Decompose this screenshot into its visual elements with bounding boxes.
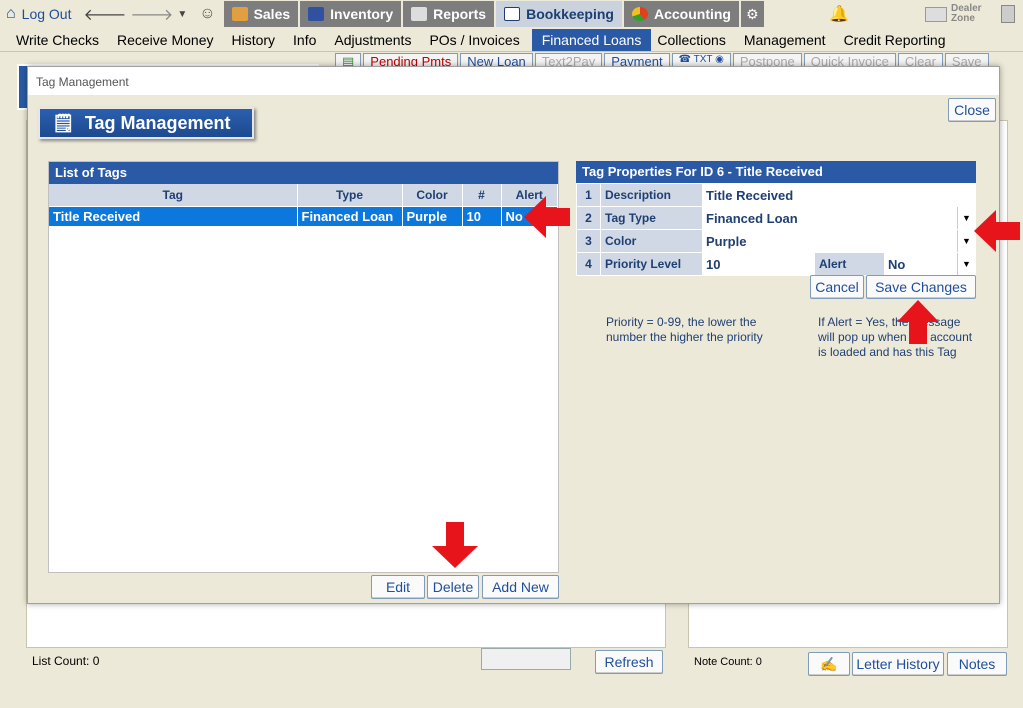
- refresh-button[interactable]: Refresh: [595, 650, 663, 674]
- tag-notes-icon: 🗒: [52, 112, 75, 133]
- cell-tag: Title Received: [49, 206, 298, 226]
- tag-type-label: Tag Type: [600, 206, 703, 230]
- red-arrow-left-icon: [524, 196, 570, 238]
- tag-properties-panel: Tag Properties For ID 6 - Title Received…: [576, 161, 976, 276]
- menu-pos-invoices[interactable]: POs / Invoices: [423, 29, 531, 51]
- prop-row-priority: 4 Priority Level 10 Alert No ▼: [576, 252, 976, 276]
- home-icon: ⌂: [6, 5, 16, 22]
- description-input[interactable]: Title Received: [702, 183, 976, 207]
- letter-history-button[interactable]: Letter History: [852, 652, 944, 676]
- report-icon: [411, 7, 428, 21]
- tab-bookkeeping[interactable]: Bookkeeping: [496, 1, 622, 27]
- sub-menu-bar: Write Checks Receive Money History Info …: [0, 28, 1023, 52]
- cell-number: 10: [462, 206, 502, 226]
- menu-management[interactable]: Management: [738, 29, 838, 51]
- priority-level-label: Priority Level: [600, 252, 703, 276]
- alert-select[interactable]: No ▼: [884, 252, 976, 276]
- prop-row-description: 1 Description Title Received: [576, 183, 976, 207]
- row-number: 2: [576, 206, 601, 230]
- back-arrow-icon[interactable]: 🡐: [84, 4, 127, 25]
- cancel-button[interactable]: Cancel: [810, 275, 864, 299]
- chevron-down-icon[interactable]: ▼: [177, 9, 187, 20]
- menu-history[interactable]: History: [225, 29, 287, 51]
- edit-button[interactable]: Edit: [371, 575, 425, 599]
- dialog-header: 🗒 Tag Management: [38, 107, 254, 139]
- close-button[interactable]: Close: [948, 98, 996, 122]
- topbar-right-tools: 🔔 Dealer Zone: [829, 0, 1023, 28]
- signature-button[interactable]: ✍: [808, 652, 850, 676]
- priority-help-text: Priority = 0-99, the lower the number th…: [606, 315, 763, 344]
- menu-financed-loans[interactable]: Financed Loans: [531, 28, 652, 51]
- tags-table-header: Tag Type Color # Alert: [49, 184, 558, 207]
- menu-adjustments[interactable]: Adjustments: [328, 29, 423, 51]
- row-number: 1: [576, 183, 601, 207]
- dialog-title-bar: Tag Management: [28, 67, 999, 95]
- menu-credit-reporting[interactable]: Credit Reporting: [838, 29, 958, 51]
- tags-list-title: List of Tags: [49, 162, 558, 184]
- priority-level-input[interactable]: 10: [702, 252, 815, 276]
- tab-inventory[interactable]: Inventory: [300, 1, 402, 27]
- column-number[interactable]: #: [462, 184, 502, 207]
- notes-button[interactable]: Notes: [947, 652, 1007, 676]
- tags-list-panel: List of Tags Tag Type Color # Alert Titl…: [48, 161, 559, 573]
- color-label: Color: [600, 229, 703, 253]
- tag-type-select[interactable]: Financed Loan ▼: [702, 206, 976, 230]
- menu-write-checks[interactable]: Write Checks: [10, 29, 111, 51]
- dealer-zone-link[interactable]: Dealer Zone: [925, 4, 985, 24]
- menu-collections[interactable]: Collections: [651, 29, 737, 51]
- red-arrow-left-icon: [974, 210, 1020, 252]
- column-color[interactable]: Color: [402, 184, 463, 207]
- menu-receive-money[interactable]: Receive Money: [111, 29, 226, 51]
- alert-label: Alert: [814, 252, 885, 276]
- column-tag[interactable]: Tag: [49, 184, 298, 207]
- car-icon: [308, 7, 325, 21]
- tab-accounting[interactable]: Accounting: [623, 1, 739, 27]
- chevron-down-icon[interactable]: ▼: [957, 207, 975, 229]
- prop-row-color: 3 Color Purple ▼: [576, 229, 976, 253]
- chevron-down-icon[interactable]: ▼: [957, 230, 975, 252]
- logout-link[interactable]: ⌂ Log Out: [0, 1, 78, 27]
- description-label: Description: [600, 183, 703, 207]
- tag-properties-table: 1 Description Title Received 2 Tag Type …: [576, 183, 976, 276]
- cell-type: Financed Loan: [297, 206, 403, 226]
- dealer-card-icon: [925, 6, 947, 22]
- bell-icon[interactable]: 🔔: [829, 4, 849, 24]
- tab-reports[interactable]: Reports: [403, 1, 495, 27]
- chevron-down-icon[interactable]: ▼: [957, 253, 975, 275]
- red-arrow-up-icon: [897, 300, 939, 344]
- pie-chart-icon: [631, 7, 648, 21]
- tag-management-dialog: Tag Management 🗒 Tag Management Close Li…: [27, 66, 1000, 604]
- save-changes-button[interactable]: Save Changes: [866, 275, 976, 299]
- book-icon: [504, 7, 521, 21]
- list-count-label: List Count: 0: [32, 654, 100, 668]
- color-select[interactable]: Purple ▼: [702, 229, 976, 253]
- table-row[interactable]: Title Received Financed Loan Purple 10 N…: [49, 206, 558, 226]
- prop-row-tag-type: 2 Tag Type Financed Loan ▼: [576, 206, 976, 230]
- cell-color: Purple: [402, 206, 463, 226]
- menu-info[interactable]: Info: [287, 29, 328, 51]
- back-forward-nav[interactable]: 🡐 🡒 ▼: [78, 1, 194, 27]
- row-number: 4: [576, 252, 601, 276]
- row-number: 3: [576, 229, 601, 253]
- calculator-icon[interactable]: [1001, 5, 1015, 23]
- support-icon[interactable]: ☺: [193, 1, 221, 27]
- background-search-input[interactable]: [481, 648, 571, 670]
- add-new-button[interactable]: Add New: [482, 575, 559, 599]
- salesperson-icon: [231, 7, 248, 21]
- settings-gear-icon[interactable]: ⚙: [740, 1, 764, 27]
- delete-button[interactable]: Delete: [427, 575, 479, 599]
- top-navigation-bar: ⌂ Log Out 🡐 🡒 ▼ ☺ Sales Inventory Report…: [0, 0, 1023, 28]
- forward-arrow-icon[interactable]: 🡒: [130, 4, 173, 25]
- tag-properties-title: Tag Properties For ID 6 - Title Received: [576, 161, 976, 183]
- signature-pen-icon: ✍: [820, 655, 838, 672]
- note-count-label: Note Count: 0: [694, 656, 762, 668]
- tags-table: Tag Type Color # Alert Title Received Fi…: [49, 184, 558, 226]
- red-arrow-down-icon: [432, 522, 478, 568]
- alert-help-text: If Alert = Yes, the message will pop up …: [818, 315, 973, 359]
- tab-sales[interactable]: Sales: [223, 1, 299, 27]
- column-type[interactable]: Type: [297, 184, 403, 207]
